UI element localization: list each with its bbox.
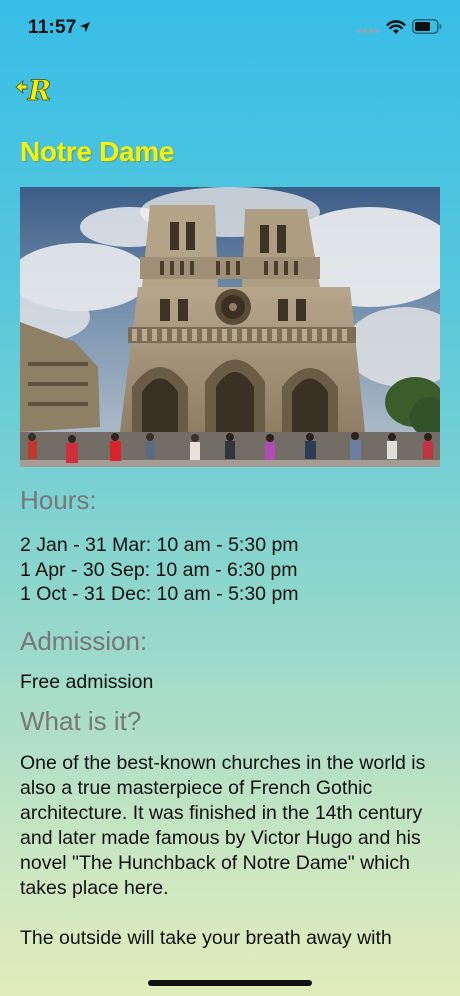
wifi-icon: [386, 20, 406, 34]
back-button[interactable]: R: [14, 70, 54, 110]
cellular-signal-icon: [356, 28, 380, 34]
hours-list: 2 Jan - 31 Mar: 10 am - 5:30 pm 1 Apr - …: [20, 533, 440, 607]
hours-line: 1 Apr - 30 Sep: 10 am - 6:30 pm: [20, 558, 298, 581]
about-paragraph: The outside will take your breath away w…: [20, 927, 392, 949]
about-description: One of the best-known churches in the wo…: [20, 751, 440, 951]
hero-image: [20, 187, 440, 467]
location-arrow-icon: [80, 22, 90, 32]
hours-heading: Hours:: [20, 485, 97, 515]
hours-line: 1 Oct - 31 Dec: 10 am - 5:30 pm: [20, 583, 299, 605]
admission-heading: Admission:: [20, 625, 148, 656]
page-title: Notre Dame: [20, 136, 175, 167]
logo-letter: R: [27, 74, 51, 107]
hours-line: 2 Jan - 31 Mar: 10 am - 5:30 pm: [20, 534, 299, 556]
admission-text: Free admission: [20, 670, 154, 693]
battery-icon: [412, 19, 442, 34]
detail-content: Hours: 2 Jan - 31 Mar: 10 am - 5:30 pm 1…: [20, 482, 440, 954]
home-indicator[interactable]: [148, 980, 312, 986]
scroll-view[interactable]: 11:57 R Notre Dame Hours: 2 Jan - 31 Mar…: [0, 0, 460, 954]
about-heading: What is it?: [20, 706, 142, 736]
app-logo-icon: R: [15, 74, 52, 107]
status-time: 11:57: [28, 17, 77, 38]
status-bar: 11:57: [0, 0, 460, 56]
about-paragraph: One of the best-known churches in the wo…: [20, 752, 426, 899]
